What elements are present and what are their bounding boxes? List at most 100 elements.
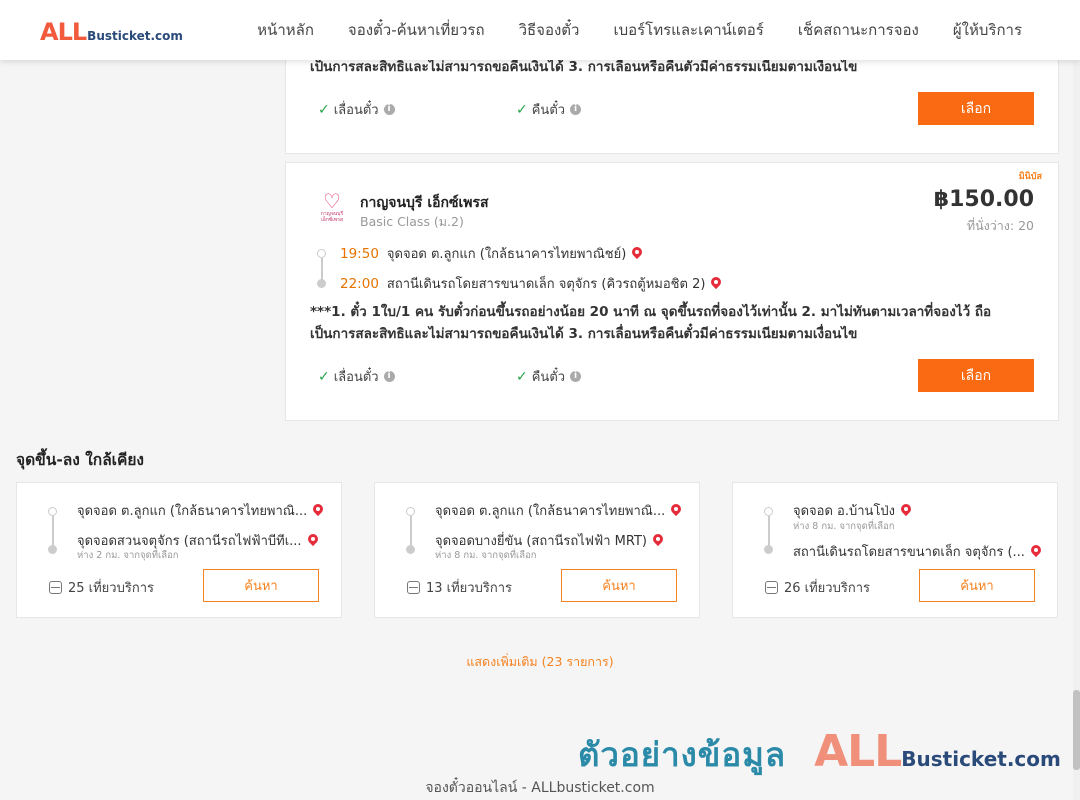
watermark-rest: Busticket.com bbox=[901, 747, 1061, 771]
page-scrollbar[interactable] bbox=[1073, 60, 1080, 800]
check-icon: ✓ bbox=[516, 368, 528, 385]
feature-refund-ticket: ✓ คืนตั๋ว i bbox=[516, 99, 582, 120]
logo-rest: Busticket.com bbox=[87, 29, 183, 43]
watermark-thai: ตัวอย่างข้อมูล bbox=[578, 735, 787, 774]
timeline-start-dot bbox=[764, 507, 773, 516]
service-class: Basic Class (ม.2) bbox=[360, 214, 464, 229]
map-pin-icon[interactable] bbox=[671, 504, 681, 518]
check-icon: ✓ bbox=[318, 101, 330, 118]
heart-icon: ♡ bbox=[323, 189, 341, 213]
timeline-end-dot bbox=[317, 279, 326, 288]
trip-count-label: 26 เที่ยวบริการ bbox=[784, 581, 870, 596]
search-button[interactable]: ค้นหา bbox=[561, 569, 677, 602]
timeline-line bbox=[768, 516, 770, 546]
feature-refund-ticket: ✓ คืนตั๋ว i bbox=[516, 366, 582, 387]
top-header: ALL Busticket.com หน้าหลัก จองตั๋ว-ค้นหา… bbox=[0, 0, 1080, 60]
nav-book-search[interactable]: จองตั๋ว-ค้นหาเที่ยวรถ bbox=[348, 18, 485, 42]
nearby-from: จุดจอด อ.บ้านโป่ง bbox=[793, 500, 1043, 521]
operator-logo: ♡ กาญจนบุรี เอ็กซ์เพรส bbox=[314, 191, 350, 227]
bus-icon bbox=[49, 581, 62, 594]
departure-time: 19:50 bbox=[340, 245, 379, 262]
operator-name: กาญจนบุรี เอ็กซ์เพรส bbox=[360, 195, 489, 211]
nearby-card-1: จุดจอด ต.ลูกแก (ใกล้ธนาคารไทยพาณิ... จุด… bbox=[16, 482, 342, 618]
nearby-from: จุดจอด ต.ลูกแก (ใกล้ธนาคารไทยพาณิ... bbox=[77, 500, 327, 521]
seats-available: ที่นั่งว่าง: 20 bbox=[966, 218, 1034, 233]
map-pin-icon[interactable] bbox=[711, 277, 721, 291]
info-icon[interactable]: i bbox=[383, 104, 395, 115]
map-pin-icon[interactable] bbox=[901, 504, 911, 518]
stop-name: จุดจอด ต.ลูกแก (ใกล้ธนาคารไทยพาณิ... bbox=[77, 504, 308, 519]
map-pin-icon[interactable] bbox=[313, 504, 323, 518]
operator-logo-text: กาญจนบุรี เอ็กซ์เพรส bbox=[320, 211, 344, 223]
trip-count: 13 เที่ยวบริการ bbox=[407, 577, 512, 598]
distance-note: ห่าง 8 กม. จากจุดที่เลือก bbox=[793, 521, 895, 532]
nearby-card-3: จุดจอด อ.บ้านโป่ง ห่าง 8 กม. จากจุดที่เล… bbox=[732, 482, 1058, 618]
timeline-start-dot bbox=[48, 507, 57, 516]
search-button[interactable]: ค้นหา bbox=[203, 569, 319, 602]
nearby-to: สถานีเดินรถโดยสารขนาดเล็ก จตุจักร (... bbox=[793, 541, 1043, 562]
timeline-end-dot bbox=[48, 545, 57, 554]
main-nav: หน้าหลัก จองตั๋ว-ค้นหาเที่ยวรถ วิธีจองตั… bbox=[223, 0, 1022, 60]
stop-name: จุดจอด ต.ลูกแก (ใกล้ธนาคารไทยพาณิ... bbox=[435, 504, 666, 519]
departure-stop: 19:50 จุดจอด ต.ลูกแก (ใกล้ธนาคารไทยพาณิช… bbox=[340, 243, 642, 264]
timeline-start-dot bbox=[406, 507, 415, 516]
watermark-all: ALL bbox=[814, 726, 902, 777]
timeline-end-dot bbox=[406, 545, 415, 554]
arrival-time: 22:00 bbox=[340, 275, 379, 292]
scrollbar-thumb[interactable] bbox=[1073, 690, 1080, 770]
site-logo[interactable]: ALL Busticket.com bbox=[40, 18, 183, 46]
feature-change-ticket: ✓ เลื่อนตั๋ว i bbox=[318, 366, 395, 387]
nearby-title: จุดขึ้น-ลง ใกล้เคียง bbox=[16, 451, 145, 469]
nav-contacts[interactable]: เบอร์โทรและเคาน์เตอร์ bbox=[613, 18, 763, 42]
ticket-price: ฿150.00 bbox=[933, 187, 1034, 212]
timeline-line bbox=[410, 516, 412, 546]
map-pin-icon[interactable] bbox=[653, 534, 663, 548]
timeline-line bbox=[52, 516, 54, 546]
distance-note: ห่าง 2 กม. จากจุดที่เลือก bbox=[77, 550, 179, 561]
info-icon[interactable]: i bbox=[570, 371, 582, 382]
feature-label: คืนตั๋ว bbox=[531, 370, 566, 385]
sample-watermark: ตัวอย่างข้อมูล ALL Busticket.com bbox=[578, 726, 1061, 781]
nearby-card-2: จุดจอด ต.ลูกแก (ใกล้ธนาคารไทยพาณิ... จุด… bbox=[374, 482, 700, 618]
timeline-line bbox=[321, 258, 323, 280]
nearby-from: จุดจอด ต.ลูกแก (ใกล้ธนาคารไทยพาณิ... bbox=[435, 500, 685, 521]
trip-count: 25 เที่ยวบริการ bbox=[49, 577, 154, 598]
timeline-end-dot bbox=[764, 545, 773, 554]
nav-operators[interactable]: ผู้ให้บริการ bbox=[953, 18, 1022, 42]
select-button[interactable]: เลือก bbox=[918, 359, 1034, 392]
bus-icon bbox=[765, 581, 778, 594]
distance-note: ห่าง 8 กม. จากจุดที่เลือก bbox=[435, 550, 537, 561]
arrival-stop-name: สถานีเดินรถโดยสารขนาดเล็ก จตุจักร (คิวรถ… bbox=[386, 277, 706, 292]
search-button[interactable]: ค้นหา bbox=[919, 569, 1035, 602]
feature-change-ticket: ✓ เลื่อนตั๋ว i bbox=[318, 99, 395, 120]
trip-note-line1: ***1. ตั๋ว 1ใบ/1 คน รับตั๋วก่อนขึ้นรถอย่… bbox=[310, 304, 992, 320]
nav-check-status[interactable]: เช็คสถานะการจอง bbox=[798, 18, 919, 42]
trip-count-label: 25 เที่ยวบริการ bbox=[68, 581, 154, 596]
check-icon: ✓ bbox=[516, 101, 528, 118]
show-more-link[interactable]: แสดงเพิ่มเติม (23 รายการ) bbox=[0, 652, 1080, 672]
map-pin-icon[interactable] bbox=[1031, 545, 1041, 559]
trip-count: 26 เที่ยวบริการ bbox=[765, 577, 870, 598]
map-pin-icon[interactable] bbox=[308, 534, 318, 548]
timeline-start-dot bbox=[317, 249, 326, 258]
trip-count-label: 13 เที่ยวบริการ bbox=[426, 581, 512, 596]
bus-icon bbox=[407, 581, 420, 594]
map-pin-icon[interactable] bbox=[632, 247, 642, 261]
select-button[interactable]: เลือก bbox=[918, 92, 1034, 125]
feature-label: คืนตั๋ว bbox=[531, 103, 566, 118]
feature-label: เลื่อนตั๋ว bbox=[333, 370, 379, 385]
nav-home[interactable]: หน้าหลัก bbox=[257, 18, 314, 42]
arrival-stop: 22:00 สถานีเดินรถโดยสารขนาดเล็ก จตุจักร … bbox=[340, 273, 721, 294]
stop-name: สถานีเดินรถโดยสารขนาดเล็ก จตุจักร (... bbox=[793, 545, 1025, 560]
trip-note: ***1. ตั๋ว 1ใบ/1 คน รับตั๋วก่อนขึ้นรถอย่… bbox=[310, 301, 1010, 345]
footer-text: จองตั๋วออนไลน์ - ALLbusticket.com bbox=[425, 780, 655, 796]
info-icon[interactable]: i bbox=[570, 104, 582, 115]
nav-how-to-book[interactable]: วิธีจองตั๋ว bbox=[519, 18, 580, 42]
stop-name: จุดจอด อ.บ้านโป่ง bbox=[793, 504, 896, 519]
feature-label: เลื่อนตั๋ว bbox=[333, 103, 379, 118]
departure-stop-name: จุดจอด ต.ลูกแก (ใกล้ธนาคารไทยพาณิชย์) bbox=[386, 247, 627, 262]
check-icon: ✓ bbox=[318, 368, 330, 385]
trip-card-2: มินิบัส ♡ กาญจนบุรี เอ็กซ์เพรส กาญจนบุรี… bbox=[285, 162, 1059, 421]
info-icon[interactable]: i bbox=[383, 371, 395, 382]
vehicle-badge: มินิบัส bbox=[1018, 172, 1042, 182]
